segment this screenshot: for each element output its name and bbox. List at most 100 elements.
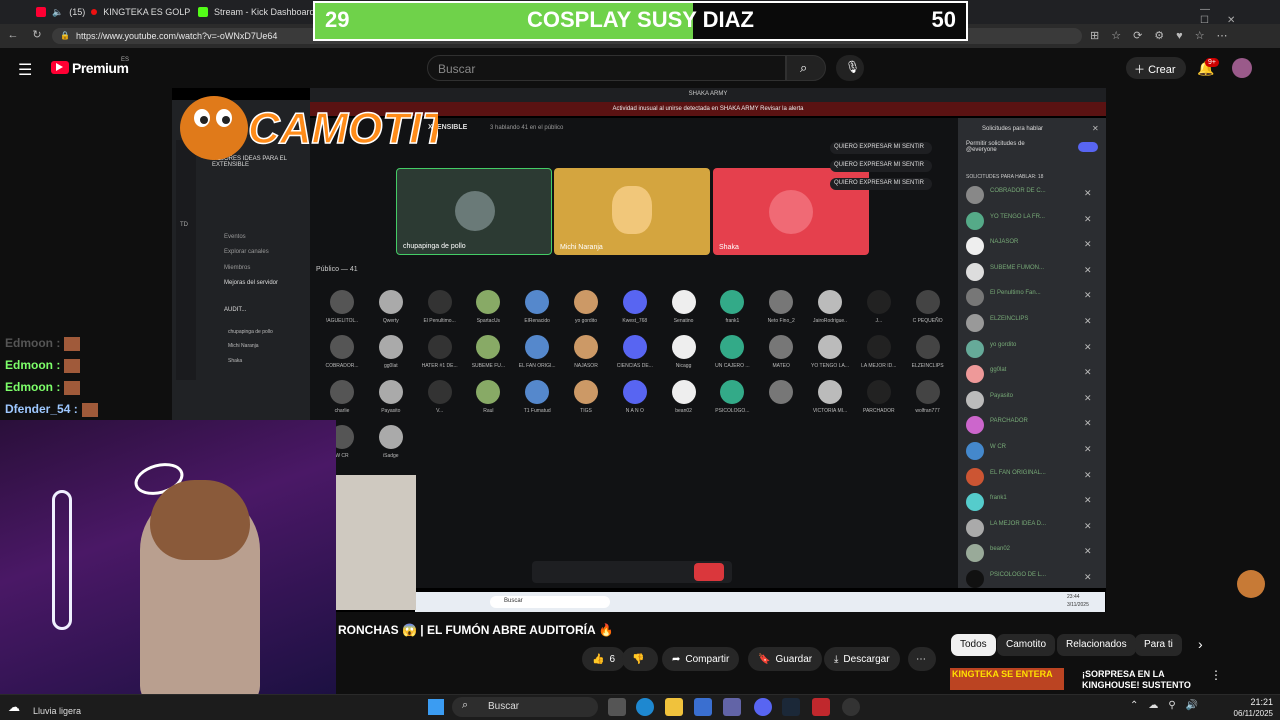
teams-icon[interactable] — [723, 698, 741, 716]
speak-request-row[interactable]: bean02 ✕ — [964, 542, 1100, 564]
close-icon[interactable]: ✕ — [1084, 418, 1092, 429]
chip-camotito[interactable]: Camotito — [997, 634, 1056, 656]
chevron-right-icon[interactable]: › — [1198, 636, 1203, 652]
taskbar-search[interactable]: Buscar — [452, 697, 598, 717]
audience-avatar — [330, 335, 354, 359]
edge-icon[interactable] — [636, 698, 654, 716]
speak-request-row[interactable]: PARCHADOR ✕ — [964, 414, 1100, 436]
store-icon[interactable] — [694, 698, 712, 716]
close-icon[interactable]: ✕ — [1084, 367, 1092, 378]
speak-request-row[interactable]: PSICOLOGO DE L... ✕ — [964, 568, 1100, 590]
sidebar-item-miembros[interactable]: Miembros — [224, 265, 250, 271]
close-icon[interactable]: ✕ — [1084, 214, 1092, 225]
speak-request-row[interactable]: COBRADOR DE C... ✕ — [964, 184, 1100, 206]
browser-toolbar-icons[interactable]: ⊞☆⟳⚙♥☆⋯ — [1090, 29, 1240, 42]
close-icon[interactable]: ✕ — [1084, 572, 1092, 583]
search-input[interactable]: Buscar — [427, 55, 786, 81]
close-icon[interactable]: ✕ — [1092, 124, 1099, 133]
audience-name: frank1 — [725, 318, 740, 324]
steam-icon[interactable] — [782, 698, 800, 716]
back-icon[interactable]: ← — [6, 28, 20, 42]
discord-icon[interactable] — [754, 698, 772, 716]
obs-icon[interactable] — [842, 698, 860, 716]
youtube-premium-logo[interactable]: Premium — [72, 60, 129, 76]
audience-name: charlie — [334, 408, 350, 414]
close-icon[interactable]: ✕ — [1084, 470, 1092, 481]
voice-controls[interactable] — [532, 561, 732, 583]
close-icon[interactable]: ✕ — [1084, 239, 1092, 250]
dislike-button[interactable]: 👎 — [622, 647, 658, 671]
download-button[interactable]: ⤓ Descargar — [824, 647, 900, 671]
share-icon: ➦ — [672, 653, 681, 665]
mic-button[interactable]: 🎙 — [836, 55, 864, 81]
file-explorer-icon[interactable] — [665, 698, 683, 716]
close-icon[interactable]: ✕ — [1084, 546, 1092, 557]
close-icon[interactable]: ✕ — [1084, 444, 1092, 455]
speak-request-row[interactable]: NAJASOR ✕ — [964, 235, 1100, 257]
speak-request-row[interactable]: El Penultimo Fan... ✕ — [964, 286, 1100, 308]
url-text: https://www.youtube.com/watch?v=-oWNxD7U… — [76, 31, 278, 41]
hangup-button[interactable] — [694, 563, 724, 581]
share-button[interactable]: ➦ Compartir — [662, 647, 740, 671]
speak-request-row[interactable]: W CR ✕ — [964, 440, 1100, 462]
audience-name: HATER #1 DE... — [421, 363, 458, 369]
reload-icon[interactable]: ↻ — [30, 28, 44, 42]
close-icon[interactable]: ✕ — [1084, 188, 1092, 199]
windows-start-icon[interactable] — [428, 699, 444, 715]
save-button[interactable]: 🔖 Guardar — [748, 647, 823, 671]
close-icon[interactable]: ✕ — [1084, 495, 1092, 506]
permit-toggle[interactable] — [1078, 142, 1098, 152]
vote-title: COSPLAY SUSY DIAZ — [527, 7, 754, 32]
like-button[interactable]: 👍 6 — [582, 647, 626, 671]
sidebar-item-mejoras[interactable]: Mejoras del servidor — [224, 280, 278, 286]
more-button[interactable]: ⋯ — [908, 647, 936, 671]
close-icon[interactable]: ✕ — [1084, 521, 1092, 532]
window-controls[interactable]: —☐✕ — [1200, 4, 1280, 26]
audience-name: UN CAJERO ... — [715, 363, 750, 369]
recommended-thumbnail[interactable]: KINGTEKA SE ENTERA — [950, 668, 1064, 690]
audience-avatar — [671, 290, 696, 314]
speak-request-row[interactable]: yo gordito ✕ — [964, 338, 1100, 360]
discord-logo-icon — [769, 190, 813, 234]
speaker-card[interactable]: Michi Naranja — [554, 168, 710, 255]
speak-request-row[interactable]: YO TENGO LA FR... ✕ — [964, 210, 1100, 232]
sidebar-item-audit[interactable]: AUDIT... — [224, 307, 246, 313]
neon-light — [52, 490, 72, 630]
tab-youtube[interactable]: 🔈 (15) KINGTEKA ES GOLP ✕ — [30, 2, 214, 22]
speak-request-row[interactable]: EL FAN ORIGINAL... ✕ — [964, 466, 1100, 488]
search-button[interactable]: ⌕ — [786, 55, 826, 81]
speak-request-row[interactable]: frank1 ✕ — [964, 491, 1100, 513]
speak-request-row[interactable]: gg0lat ✕ — [964, 363, 1100, 385]
create-button[interactable]: ＋ Crear — [1126, 57, 1186, 79]
request-avatar — [966, 518, 984, 537]
mute-icon[interactable]: 🔈 — [52, 7, 63, 18]
tab-label: KINGTEKA ES GOLP — [103, 7, 191, 17]
close-icon[interactable]: ✕ — [1084, 316, 1092, 327]
close-icon[interactable]: ✕ — [1084, 393, 1092, 404]
chip-todos[interactable]: Todos — [951, 634, 996, 656]
close-icon[interactable]: ✕ — [1084, 342, 1092, 353]
requests-title: Solicitudes para hablar — [982, 126, 1044, 132]
speak-request-row[interactable]: Payasito ✕ — [964, 389, 1100, 411]
avatar[interactable] — [1232, 58, 1252, 78]
more-vertical-icon[interactable]: ⋮ — [1210, 668, 1222, 682]
sidebar-item-explorar[interactable]: Explorar canales — [224, 249, 269, 255]
request-name: PSICOLOGO DE L... — [990, 572, 1047, 578]
recommended-title[interactable]: ¡SORPRESA EN LA KINGHOUSE! SUSTENTO — [1082, 669, 1192, 691]
tab-kick-dashboard[interactable]: Stream - Kick Dashboard — [192, 2, 321, 22]
system-tray-icons[interactable]: ⌃☁⚲🔊 — [1130, 700, 1208, 711]
speaker-card[interactable]: chupapinga de pollo — [396, 168, 552, 255]
task-view-icon[interactable] — [608, 698, 626, 716]
close-icon[interactable]: ✕ — [1084, 290, 1092, 301]
app-icon[interactable] — [812, 698, 830, 716]
close-icon[interactable]: ✕ — [1084, 265, 1092, 276]
sidebar-item-eventos[interactable]: Eventos — [224, 234, 246, 240]
channel-meta: 3 hablando 41 en el público — [490, 125, 564, 131]
menu-icon[interactable]: ☰ — [18, 60, 32, 80]
chip-para-ti[interactable]: Para ti — [1135, 634, 1182, 656]
audience-name: T1 Fumatud — [523, 408, 551, 414]
chip-relacionados[interactable]: Relacionados — [1057, 634, 1136, 656]
speak-request-row[interactable]: SUBEME FUMON... ✕ — [964, 261, 1100, 283]
speak-request-row[interactable]: LA MEJOR IDEA D... ✕ — [964, 517, 1100, 539]
speak-request-row[interactable]: ELZEINCLIPS ✕ — [964, 312, 1100, 334]
